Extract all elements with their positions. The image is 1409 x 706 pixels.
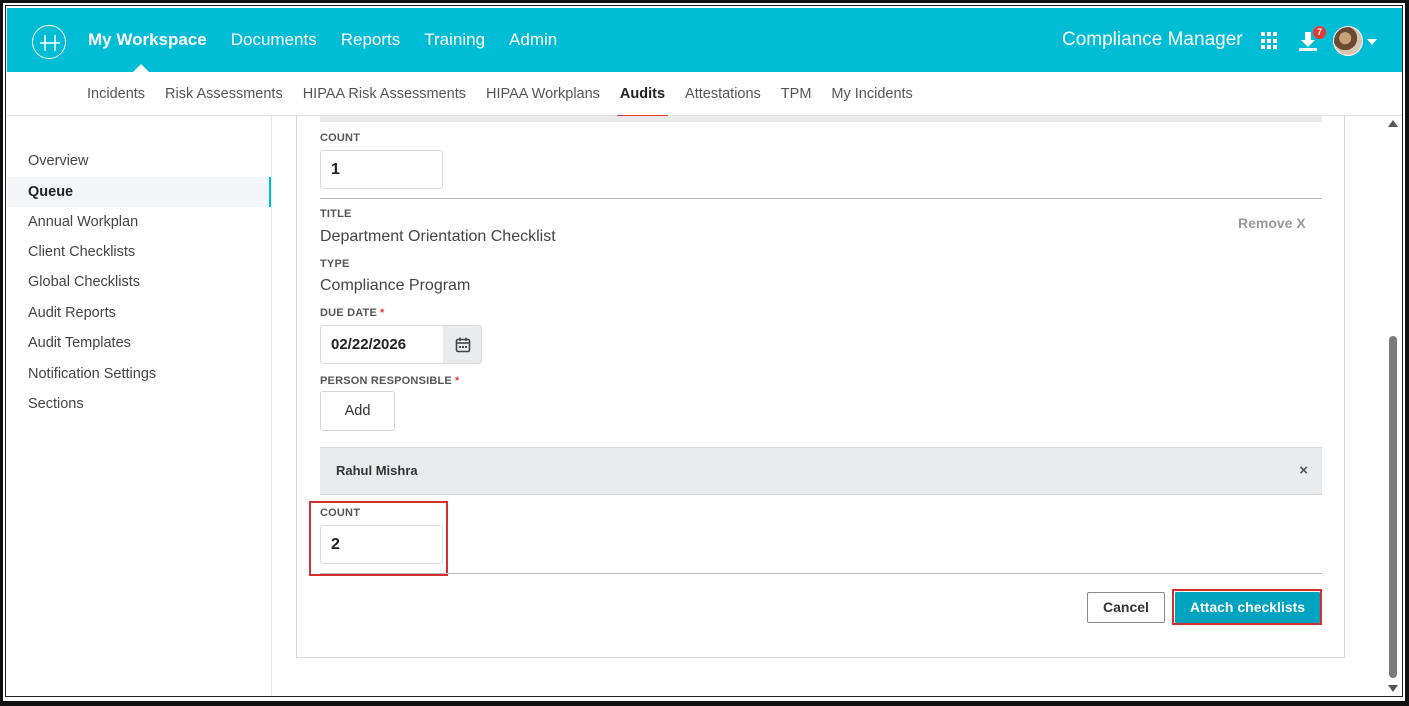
title-label: TITLE	[320, 208, 352, 220]
cancel-button[interactable]: Cancel	[1087, 592, 1165, 623]
calendar-icon	[455, 337, 471, 353]
checklist-type: Compliance Program	[320, 277, 471, 294]
person-name: Rahul Mishra	[336, 463, 418, 478]
sub-navigation: Incidents Risk Assessments HIPAA Risk As…	[7, 72, 1402, 117]
top-navigation-bar: My Workspace Documents Reports Training …	[7, 8, 1402, 73]
sidebar-item-audit-reports[interactable]: Audit Reports	[7, 298, 271, 328]
sidebar: Overview Queue Annual Workplan Client Ch…	[7, 116, 272, 696]
due-date-input[interactable]: 02/22/2026	[320, 325, 444, 364]
calendar-button[interactable]	[443, 325, 482, 364]
previous-row-strip	[320, 116, 1322, 122]
logo-icon[interactable]	[32, 25, 66, 59]
nav-admin[interactable]: Admin	[509, 8, 569, 72]
tab-incidents[interactable]: Incidents	[87, 72, 145, 116]
sidebar-item-sections[interactable]: Sections	[7, 389, 271, 419]
tab-hipaa-risk-assessments[interactable]: HIPAA Risk Assessments	[303, 72, 466, 116]
nav-my-workspace[interactable]: My Workspace	[88, 8, 219, 72]
remove-checklist-button[interactable]: Remove X	[1238, 215, 1306, 231]
divider	[320, 198, 1322, 199]
sidebar-item-client-checklists[interactable]: Client Checklists	[7, 237, 271, 267]
tab-risk-assessments[interactable]: Risk Assessments	[165, 72, 283, 116]
count-highlight	[309, 501, 448, 576]
sidebar-item-overview[interactable]: Overview	[7, 146, 271, 176]
nav-reports[interactable]: Reports	[341, 8, 413, 72]
tab-attestations[interactable]: Attestations	[685, 72, 761, 116]
scroll-thumb[interactable]	[1389, 336, 1397, 678]
notification-badge: 7	[1313, 26, 1326, 39]
scroll-down-icon[interactable]	[1388, 685, 1398, 692]
add-person-button[interactable]: Add	[320, 391, 395, 431]
person-responsible-row: Rahul Mishra ×	[320, 447, 1322, 495]
tab-tpm[interactable]: TPM	[781, 72, 812, 116]
count-input[interactable]: 1	[320, 150, 443, 189]
tab-audits[interactable]: Audits	[616, 72, 669, 117]
sidebar-item-queue[interactable]: Queue	[7, 177, 271, 207]
type-label: TYPE	[320, 258, 350, 270]
checklist-title: Department Orientation Checklist	[320, 228, 556, 245]
avatar[interactable]	[1333, 26, 1363, 56]
tab-my-incidents[interactable]: My Incidents	[831, 72, 912, 116]
remove-person-button[interactable]: ×	[1299, 462, 1308, 479]
due-date-label: DUE DATE *	[320, 307, 385, 319]
person-responsible-label: PERSON RESPONSIBLE *	[320, 375, 460, 387]
main-nav: My Workspace Documents Reports Training …	[88, 8, 581, 72]
count-label: COUNT	[320, 132, 361, 144]
nav-documents[interactable]: Documents	[231, 8, 329, 72]
sidebar-item-audit-templates[interactable]: Audit Templates	[7, 328, 271, 358]
sidebar-item-global-checklists[interactable]: Global Checklists	[7, 267, 271, 297]
chevron-down-icon[interactable]	[1367, 39, 1377, 45]
scrollbar[interactable]	[1384, 116, 1402, 696]
nav-training[interactable]: Training	[424, 8, 497, 72]
divider	[320, 573, 1322, 574]
scroll-up-icon[interactable]	[1388, 120, 1398, 127]
app-name: Compliance Manager	[1062, 29, 1243, 50]
tab-hipaa-workplans[interactable]: HIPAA Workplans	[486, 72, 600, 116]
attach-button-highlight	[1172, 589, 1322, 625]
sidebar-item-annual-workplan[interactable]: Annual Workplan	[7, 207, 271, 237]
sidebar-item-notification-settings[interactable]: Notification Settings	[7, 359, 271, 389]
apps-grid-icon[interactable]	[1261, 32, 1279, 50]
